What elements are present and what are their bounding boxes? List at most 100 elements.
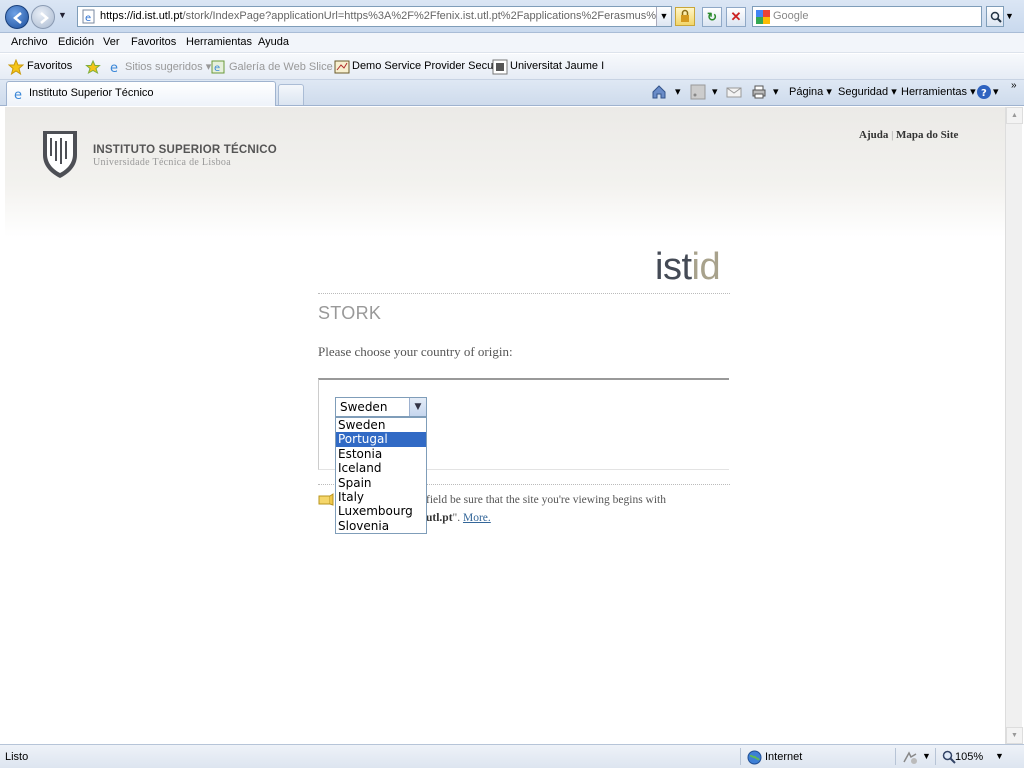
- favorites-bar: Favoritos e Sitios sugeridos ▾ e Galería…: [0, 54, 1024, 80]
- protected-mode-dropdown-icon[interactable]: ▼: [922, 751, 931, 761]
- menu-herramientas[interactable]: Herramientas: [186, 36, 252, 48]
- country-option-estonia[interactable]: Estonia: [336, 447, 426, 461]
- search-options-dropdown-icon[interactable]: ▼: [1005, 11, 1014, 21]
- uji-link[interactable]: Universitat Jaume I: [510, 60, 604, 72]
- home-dropdown-icon[interactable]: ▾: [675, 85, 681, 98]
- search-button[interactable]: [986, 6, 1004, 27]
- add-favorite-icon[interactable]: [85, 59, 101, 75]
- istid-logo-id: id: [691, 246, 721, 288]
- stop-icon[interactable]: ✕: [726, 7, 746, 27]
- hint-domain: utl.pt: [426, 512, 453, 524]
- status-divider: [895, 748, 896, 765]
- country-option-slovenia[interactable]: Slovenia: [336, 519, 426, 533]
- hint-text-line2: utl.pt". More.: [426, 512, 491, 524]
- zoom-icon[interactable]: [942, 750, 956, 764]
- menu-archivo[interactable]: Archivo: [11, 36, 48, 48]
- svg-text:?: ?: [981, 88, 987, 99]
- svg-text:e: e: [14, 88, 22, 101]
- print-icon[interactable]: [751, 84, 767, 100]
- menu-ver[interactable]: Ver: [103, 36, 120, 48]
- magnifier-icon: [990, 11, 1002, 23]
- institution-name: INSTITUTO SUPERIOR TÉCNICO: [93, 144, 277, 156]
- protected-mode-icon[interactable]: [902, 750, 918, 765]
- hint-text-line1: field be sure that the site you're viewi…: [426, 494, 667, 506]
- feeds-dropdown-icon[interactable]: ▾: [712, 85, 718, 98]
- sitemap-link[interactable]: Mapa do Site: [896, 129, 958, 141]
- suggested-sites-link[interactable]: Sitios sugeridos ▾: [125, 60, 211, 73]
- address-field[interactable]: e https://id.ist.utl.pt/stork/IndexPage?…: [77, 6, 672, 27]
- istid-logo: istid: [655, 242, 721, 292]
- mail-icon[interactable]: [726, 84, 742, 100]
- menu-ayuda[interactable]: Ayuda: [258, 36, 289, 48]
- google-icon: [756, 10, 770, 24]
- print-dropdown-icon[interactable]: ▾: [773, 85, 779, 98]
- page-viewport: INSTITUTO SUPERIOR TÉCNICO Universidade …: [0, 107, 1024, 744]
- country-option-luxembourg[interactable]: Luxembourg: [336, 504, 426, 518]
- globe-icon: [747, 750, 762, 765]
- more-link[interactable]: More.: [463, 512, 491, 524]
- country-select-value: Sweden: [340, 400, 388, 414]
- tools-menu[interactable]: Herramientas ▾: [901, 85, 976, 98]
- ie-icon: e: [110, 61, 118, 75]
- home-icon[interactable]: [651, 84, 667, 100]
- web-slice-gallery-link[interactable]: Galería de Web Slice ▾: [229, 60, 341, 73]
- web-slice-icon: e: [211, 60, 225, 74]
- tab-title: Instituto Superior Técnico: [29, 87, 154, 99]
- back-arrow-icon: [13, 12, 22, 24]
- country-option-italy[interactable]: Italy: [336, 490, 426, 504]
- menu-bar: Archivo Edición Ver Favoritos Herramient…: [0, 33, 1024, 53]
- recent-pages-dropdown-icon[interactable]: ▼: [58, 10, 70, 22]
- svg-text:e: e: [214, 63, 220, 74]
- address-toolbar: ▼ e https://id.ist.utl.pt/stork/IndexPag…: [0, 0, 1024, 33]
- country-dropdown-list[interactable]: Sweden Portugal Estonia Iceland Spain It…: [335, 417, 427, 534]
- country-select[interactable]: Sweden ▼: [335, 397, 427, 417]
- tab-active[interactable]: e Instituto Superior Técnico: [6, 81, 276, 106]
- chevron-more-icon[interactable]: »: [1011, 80, 1017, 91]
- vertical-scrollbar[interactable]: ▲ ▼: [1005, 107, 1023, 744]
- country-option-spain[interactable]: Spain: [336, 476, 426, 490]
- zoom-dropdown-icon[interactable]: ▼: [995, 751, 1004, 761]
- country-prompt: Please choose your country of origin:: [318, 344, 513, 359]
- menu-favoritos[interactable]: Favoritos: [131, 36, 176, 48]
- back-button[interactable]: [5, 5, 29, 29]
- country-option-sweden[interactable]: Sweden: [336, 418, 426, 432]
- page-menu-label: Página: [789, 86, 824, 98]
- refresh-icon[interactable]: ↻: [702, 7, 722, 27]
- page-menu[interactable]: Página ▾: [789, 85, 832, 98]
- country-option-portugal[interactable]: Portugal: [336, 432, 426, 447]
- forward-arrow-icon: [40, 12, 49, 24]
- menu-edicion[interactable]: Edición: [58, 36, 94, 48]
- uji-icon: [492, 59, 508, 75]
- pencil-hint-icon: [318, 493, 334, 506]
- scroll-down-icon[interactable]: ▼: [1006, 727, 1023, 744]
- feeds-icon[interactable]: [690, 84, 706, 100]
- suggested-sites-label: Sitios sugeridos: [125, 61, 203, 73]
- new-tab-button[interactable]: [278, 84, 304, 105]
- web-slice-gallery-label: Galería de Web Slice: [229, 61, 333, 73]
- help-link[interactable]: Ajuda: [859, 129, 888, 141]
- hint-tail: ".: [452, 512, 463, 524]
- security-zone: Internet: [765, 751, 803, 763]
- institution-subtitle: Universidade Técnica de Lisboa: [93, 157, 231, 168]
- favorites-star-icon: [8, 59, 24, 75]
- country-option-iceland[interactable]: Iceland: [336, 461, 426, 475]
- status-bar: Listo Internet ▼ 105% ▼: [0, 744, 1024, 768]
- svg-text:e: e: [110, 61, 118, 75]
- help-dropdown-icon[interactable]: ▾: [993, 85, 999, 98]
- demo-sp-link[interactable]: Demo Service Provider Secu...: [352, 60, 502, 72]
- search-placeholder: Google: [773, 10, 809, 22]
- favorites-button[interactable]: Favoritos: [27, 60, 72, 72]
- demo-sp-icon: [334, 60, 350, 74]
- chevron-down-icon[interactable]: ▼: [409, 398, 426, 416]
- zoom-level[interactable]: 105%: [955, 751, 983, 763]
- link-separator: |: [891, 129, 894, 141]
- help-icon[interactable]: ?: [976, 84, 992, 100]
- lock-icon[interactable]: [675, 7, 695, 26]
- scroll-up-icon[interactable]: ▲: [1006, 107, 1023, 124]
- forward-button[interactable]: [31, 5, 55, 29]
- search-input[interactable]: Google: [752, 6, 982, 27]
- address-dropdown-icon[interactable]: ▼: [656, 7, 671, 26]
- status-divider: [740, 748, 741, 765]
- page-title: STORK: [318, 303, 382, 323]
- security-menu[interactable]: Seguridad ▾: [838, 85, 897, 98]
